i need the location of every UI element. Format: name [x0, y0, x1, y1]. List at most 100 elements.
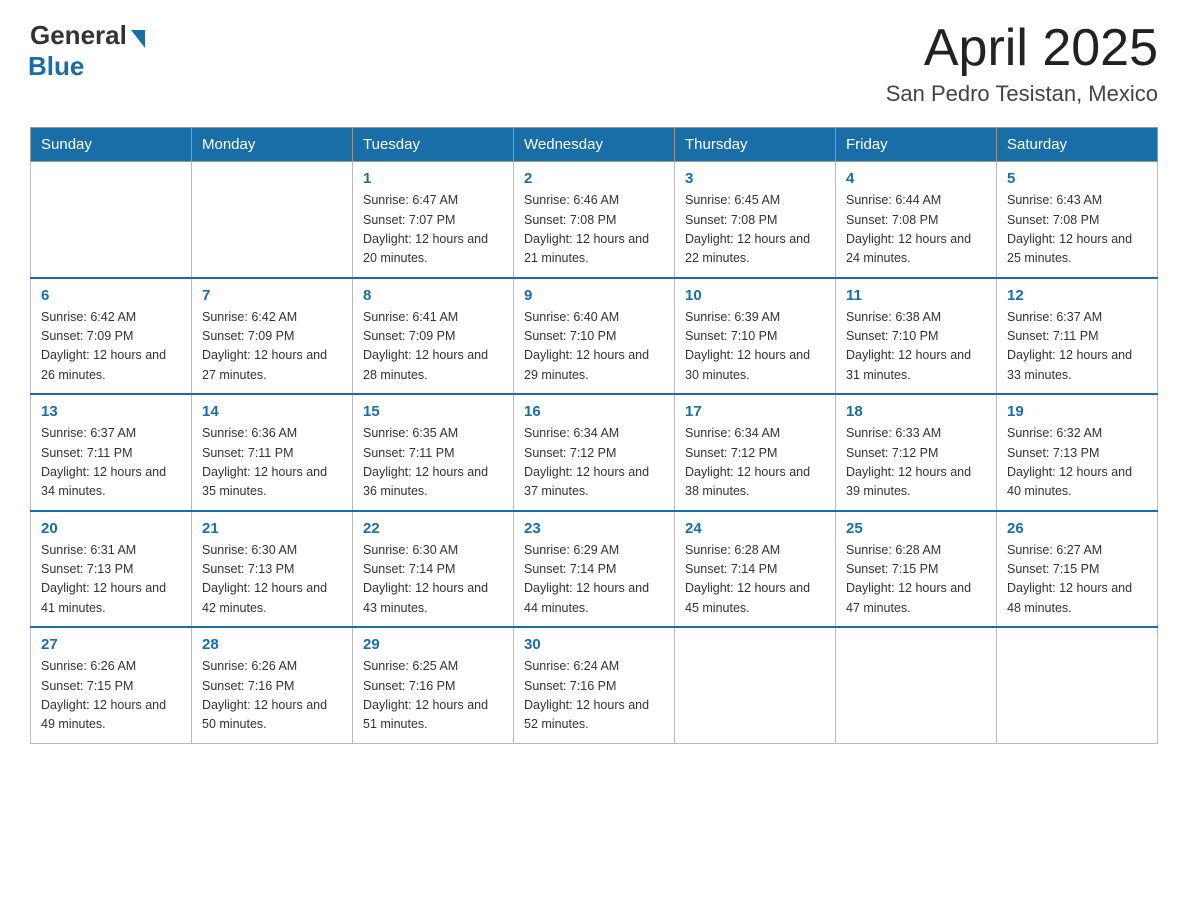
- calendar-day-7: 7 Sunrise: 6:42 AMSunset: 7:09 PMDaylight…: [192, 278, 353, 395]
- calendar-day-10: 10Sunrise: 6:39 AMSunset: 7:10 PMDayligh…: [675, 278, 836, 395]
- day-number: 6: [41, 287, 181, 304]
- weekday-header-row: SundayMondayTuesdayWednesdayThursdayFrid…: [31, 128, 1158, 162]
- logo-arrow-icon: [131, 30, 145, 48]
- calendar-day-21: 21 Sunrise: 6:30 AMSunset: 7:13 PMDayligh…: [192, 511, 353, 628]
- day-number: 12: [1007, 287, 1147, 304]
- day-number: 23: [524, 520, 664, 537]
- calendar-day-9: 9 Sunrise: 6:40 AMSunset: 7:10 PMDaylight…: [514, 278, 675, 395]
- day-number: 18: [846, 403, 986, 420]
- day-info: Sunrise: 6:24 AMSunset: 7:16 PMDaylight:…: [524, 657, 664, 735]
- calendar-day-30: 30Sunrise: 6:24 AMSunset: 7:16 PMDayligh…: [514, 627, 675, 743]
- day-info: Sunrise: 6:42 AMSunset: 7:09 PMDaylight:…: [41, 308, 181, 386]
- day-info: Sunrise: 6:37 AMSunset: 7:11 PMDaylight:…: [41, 424, 181, 502]
- day-number: 27: [41, 636, 181, 653]
- calendar-day-27: 27Sunrise: 6:26 AMSunset: 7:15 PMDayligh…: [31, 627, 192, 743]
- calendar-day-11: 11 Sunrise: 6:38 AMSunset: 7:10 PMDayligh…: [836, 278, 997, 395]
- calendar-day-25: 25 Sunrise: 6:28 AMSunset: 7:15 PMDayligh…: [836, 511, 997, 628]
- calendar-day-2: 2Sunrise: 6:46 AMSunset: 7:08 PMDaylight…: [514, 162, 675, 278]
- day-info: Sunrise: 6:28 AMSunset: 7:15 PMDaylight:…: [846, 541, 986, 619]
- day-info: Sunrise: 6:42 AMSunset: 7:09 PMDaylight:…: [202, 308, 342, 386]
- day-number: 28: [202, 636, 342, 653]
- day-info: Sunrise: 6:34 AMSunset: 7:12 PMDaylight:…: [685, 424, 825, 502]
- weekday-header-tuesday: Tuesday: [353, 128, 514, 162]
- calendar-day-5: 5 Sunrise: 6:43 AMSunset: 7:08 PMDaylight…: [997, 162, 1158, 278]
- calendar-day-8: 8Sunrise: 6:41 AMSunset: 7:09 PMDaylight…: [353, 278, 514, 395]
- weekday-header-friday: Friday: [836, 128, 997, 162]
- day-info: Sunrise: 6:43 AMSunset: 7:08 PMDaylight:…: [1007, 191, 1147, 269]
- day-info: Sunrise: 6:40 AMSunset: 7:10 PMDaylight:…: [524, 308, 664, 386]
- title-block: April 2025 San Pedro Tesistan, Mexico: [886, 20, 1158, 107]
- calendar-day-28: 28 Sunrise: 6:26 AMSunset: 7:16 PMDayligh…: [192, 627, 353, 743]
- calendar-empty-cell: [675, 627, 836, 743]
- day-number: 13: [41, 403, 181, 420]
- calendar-day-6: 6 Sunrise: 6:42 AMSunset: 7:09 PMDaylight…: [31, 278, 192, 395]
- day-info: Sunrise: 6:26 AMSunset: 7:16 PMDaylight:…: [202, 657, 342, 735]
- day-info: Sunrise: 6:35 AMSunset: 7:11 PMDaylight:…: [363, 424, 503, 502]
- day-info: Sunrise: 6:37 AMSunset: 7:11 PMDaylight:…: [1007, 308, 1147, 386]
- day-info: Sunrise: 6:25 AMSunset: 7:16 PMDaylight:…: [363, 657, 503, 735]
- calendar-empty-cell: [836, 627, 997, 743]
- day-number: 24: [685, 520, 825, 537]
- day-number: 9: [524, 287, 664, 304]
- day-info: Sunrise: 6:34 AMSunset: 7:12 PMDaylight:…: [524, 424, 664, 502]
- day-info: Sunrise: 6:47 AMSunset: 7:07 PMDaylight:…: [363, 191, 503, 269]
- calendar-day-16: 16 Sunrise: 6:34 AMSunset: 7:12 PMDayligh…: [514, 394, 675, 511]
- calendar-day-17: 17 Sunrise: 6:34 AMSunset: 7:12 PMDayligh…: [675, 394, 836, 511]
- day-info: Sunrise: 6:46 AMSunset: 7:08 PMDaylight:…: [524, 191, 664, 269]
- day-number: 15: [363, 403, 503, 420]
- calendar-day-22: 22Sunrise: 6:30 AMSunset: 7:14 PMDayligh…: [353, 511, 514, 628]
- calendar-day-1: 1 Sunrise: 6:47 AMSunset: 7:07 PMDaylight…: [353, 162, 514, 278]
- logo-row1: General: [30, 20, 145, 51]
- day-info: Sunrise: 6:31 AMSunset: 7:13 PMDaylight:…: [41, 541, 181, 619]
- logo-text-blue: Blue: [28, 51, 84, 82]
- day-info: Sunrise: 6:29 AMSunset: 7:14 PMDaylight:…: [524, 541, 664, 619]
- day-number: 3: [685, 170, 825, 187]
- day-info: Sunrise: 6:33 AMSunset: 7:12 PMDaylight:…: [846, 424, 986, 502]
- day-info: Sunrise: 6:44 AMSunset: 7:08 PMDaylight:…: [846, 191, 986, 269]
- logo-row2: Blue: [30, 51, 145, 82]
- calendar-day-18: 18 Sunrise: 6:33 AMSunset: 7:12 PMDayligh…: [836, 394, 997, 511]
- day-number: 11: [846, 287, 986, 304]
- day-number: 25: [846, 520, 986, 537]
- day-info: Sunrise: 6:38 AMSunset: 7:10 PMDaylight:…: [846, 308, 986, 386]
- day-number: 21: [202, 520, 342, 537]
- weekday-header-wednesday: Wednesday: [514, 128, 675, 162]
- calendar-title: April 2025: [886, 20, 1158, 77]
- calendar-week-row: 20 Sunrise: 6:31 AMSunset: 7:13 PMDayligh…: [31, 511, 1158, 628]
- day-number: 20: [41, 520, 181, 537]
- calendar-day-14: 14 Sunrise: 6:36 AMSunset: 7:11 PMDayligh…: [192, 394, 353, 511]
- calendar-day-19: 19Sunrise: 6:32 AMSunset: 7:13 PMDayligh…: [997, 394, 1158, 511]
- calendar-week-row: 13 Sunrise: 6:37 AMSunset: 7:11 PMDayligh…: [31, 394, 1158, 511]
- day-number: 16: [524, 403, 664, 420]
- calendar-day-15: 15 Sunrise: 6:35 AMSunset: 7:11 PMDayligh…: [353, 394, 514, 511]
- calendar-day-3: 3Sunrise: 6:45 AMSunset: 7:08 PMDaylight…: [675, 162, 836, 278]
- calendar-week-row: 1 Sunrise: 6:47 AMSunset: 7:07 PMDaylight…: [31, 162, 1158, 278]
- calendar-day-29: 29 Sunrise: 6:25 AMSunset: 7:16 PMDayligh…: [353, 627, 514, 743]
- day-info: Sunrise: 6:30 AMSunset: 7:13 PMDaylight:…: [202, 541, 342, 619]
- day-number: 7: [202, 287, 342, 304]
- logo: General Blue: [30, 20, 145, 82]
- calendar-week-row: 6 Sunrise: 6:42 AMSunset: 7:09 PMDaylight…: [31, 278, 1158, 395]
- day-info: Sunrise: 6:36 AMSunset: 7:11 PMDaylight:…: [202, 424, 342, 502]
- day-info: Sunrise: 6:32 AMSunset: 7:13 PMDaylight:…: [1007, 424, 1147, 502]
- weekday-header-thursday: Thursday: [675, 128, 836, 162]
- calendar-table: SundayMondayTuesdayWednesdayThursdayFrid…: [30, 127, 1158, 744]
- calendar-empty-cell: [192, 162, 353, 278]
- day-info: Sunrise: 6:39 AMSunset: 7:10 PMDaylight:…: [685, 308, 825, 386]
- calendar-day-13: 13 Sunrise: 6:37 AMSunset: 7:11 PMDayligh…: [31, 394, 192, 511]
- logo-text-general: General: [30, 20, 127, 51]
- page-header: General Blue April 2025 San Pedro Tesist…: [30, 20, 1158, 107]
- day-number: 29: [363, 636, 503, 653]
- calendar-day-20: 20 Sunrise: 6:31 AMSunset: 7:13 PMDayligh…: [31, 511, 192, 628]
- calendar-empty-cell: [997, 627, 1158, 743]
- calendar-week-row: 27Sunrise: 6:26 AMSunset: 7:15 PMDayligh…: [31, 627, 1158, 743]
- weekday-header-monday: Monday: [192, 128, 353, 162]
- day-number: 26: [1007, 520, 1147, 537]
- day-info: Sunrise: 6:30 AMSunset: 7:14 PMDaylight:…: [363, 541, 503, 619]
- day-number: 1: [363, 170, 503, 187]
- day-info: Sunrise: 6:28 AMSunset: 7:14 PMDaylight:…: [685, 541, 825, 619]
- day-number: 17: [685, 403, 825, 420]
- day-number: 14: [202, 403, 342, 420]
- calendar-day-4: 4Sunrise: 6:44 AMSunset: 7:08 PMDaylight…: [836, 162, 997, 278]
- day-number: 5: [1007, 170, 1147, 187]
